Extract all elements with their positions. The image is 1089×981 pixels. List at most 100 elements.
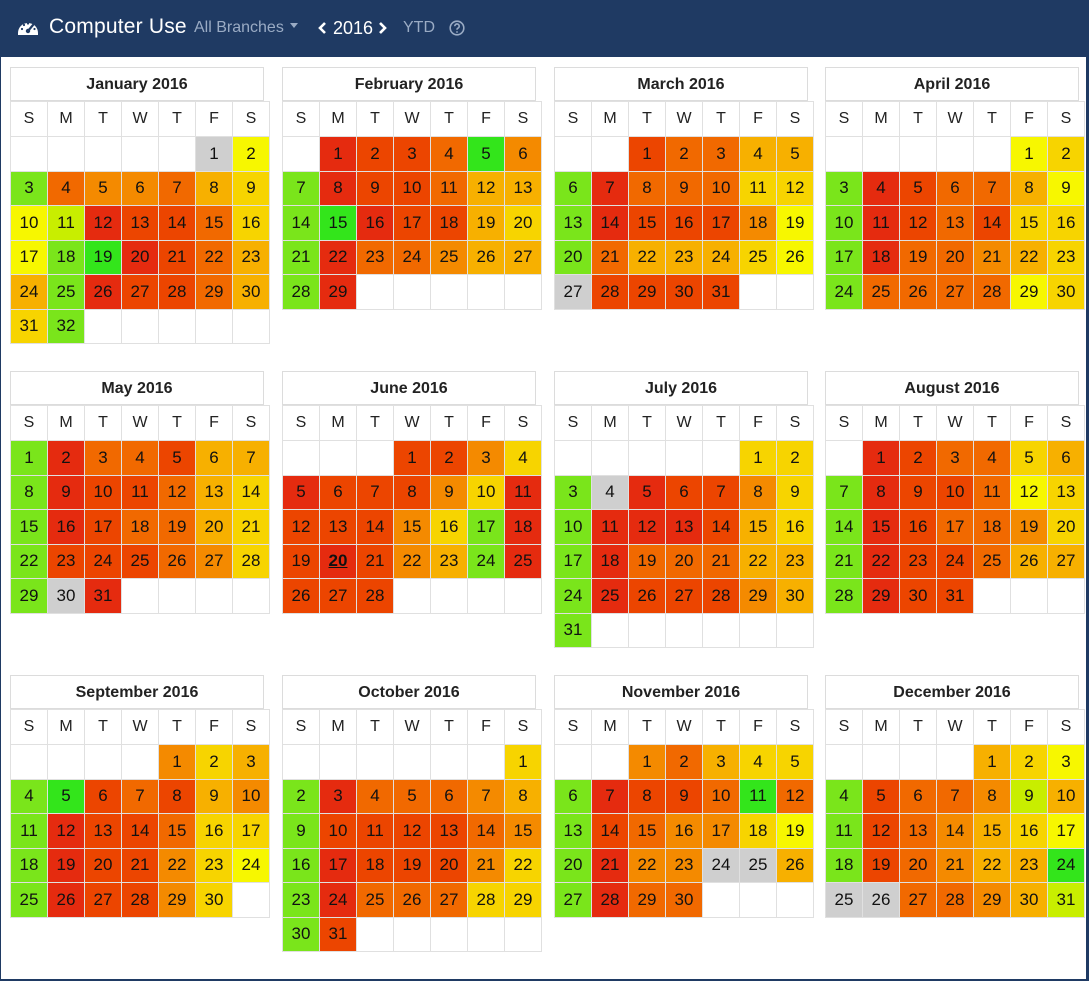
day-cell[interactable]: 16: [282, 847, 320, 883]
day-cell[interactable]: 25: [47, 274, 85, 310]
day-cell[interactable]: 5: [862, 778, 900, 814]
day-cell[interactable]: 27: [195, 543, 233, 579]
day-cell[interactable]: 19: [1010, 509, 1048, 545]
day-cell[interactable]: 21: [158, 239, 196, 275]
day-cell[interactable]: 26: [84, 274, 122, 310]
day-cell[interactable]: 23: [776, 543, 814, 579]
day-cell[interactable]: 32: [47, 308, 85, 344]
day-cell[interactable]: 20: [319, 543, 357, 579]
day-cell[interactable]: 9: [776, 474, 814, 510]
day-cell[interactable]: 29: [862, 578, 900, 614]
day-cell[interactable]: 6: [554, 170, 592, 206]
day-cell[interactable]: 13: [430, 813, 468, 849]
day-cell[interactable]: 23: [665, 239, 703, 275]
day-cell[interactable]: 9: [665, 778, 703, 814]
day-cell[interactable]: 13: [121, 205, 159, 241]
day-cell[interactable]: 21: [282, 239, 320, 275]
day-cell[interactable]: 10: [936, 474, 974, 510]
day-cell[interactable]: 4: [862, 170, 900, 206]
day-cell[interactable]: 19: [282, 543, 320, 579]
day-cell[interactable]: 8: [158, 778, 196, 814]
day-cell[interactable]: 27: [1047, 543, 1085, 579]
day-cell[interactable]: 16: [665, 813, 703, 849]
day-cell[interactable]: 23: [47, 543, 85, 579]
day-cell[interactable]: 26: [393, 882, 431, 918]
day-cell[interactable]: 14: [973, 205, 1011, 241]
day-cell[interactable]: 3: [702, 744, 740, 780]
day-cell[interactable]: 3: [825, 170, 863, 206]
day-cell[interactable]: 18: [10, 847, 48, 883]
day-cell[interactable]: 27: [899, 882, 937, 918]
day-cell[interactable]: 29: [628, 882, 666, 918]
day-cell[interactable]: 2: [232, 136, 270, 172]
day-cell[interactable]: 7: [936, 778, 974, 814]
day-cell[interactable]: 12: [393, 813, 431, 849]
day-cell[interactable]: 15: [504, 813, 542, 849]
day-cell[interactable]: 2: [899, 440, 937, 476]
day-cell[interactable]: 30: [195, 882, 233, 918]
day-cell[interactable]: 18: [862, 239, 900, 275]
day-cell[interactable]: 20: [554, 239, 592, 275]
day-cell[interactable]: 26: [628, 578, 666, 614]
day-cell[interactable]: 29: [973, 882, 1011, 918]
day-cell[interactable]: 2: [282, 778, 320, 814]
day-cell[interactable]: 22: [628, 239, 666, 275]
day-cell[interactable]: 7: [702, 474, 740, 510]
day-cell[interactable]: 14: [591, 813, 629, 849]
day-cell[interactable]: 2: [1047, 136, 1085, 172]
day-cell[interactable]: 9: [1047, 170, 1085, 206]
day-cell[interactable]: 31: [10, 308, 48, 344]
day-cell[interactable]: 8: [1010, 170, 1048, 206]
day-cell[interactable]: 4: [121, 440, 159, 476]
day-cell[interactable]: 2: [665, 744, 703, 780]
day-cell[interactable]: 7: [158, 170, 196, 206]
chevron-left-icon[interactable]: [316, 18, 328, 38]
day-cell[interactable]: 20: [121, 239, 159, 275]
day-cell[interactable]: 1: [504, 744, 542, 780]
day-cell[interactable]: 28: [702, 578, 740, 614]
day-cell[interactable]: 30: [232, 274, 270, 310]
day-cell[interactable]: 3: [702, 136, 740, 172]
day-cell[interactable]: 27: [319, 578, 357, 614]
day-cell[interactable]: 1: [628, 136, 666, 172]
day-cell[interactable]: 14: [282, 205, 320, 241]
day-cell[interactable]: 13: [899, 813, 937, 849]
day-cell[interactable]: 8: [10, 474, 48, 510]
day-cell[interactable]: 27: [504, 239, 542, 275]
day-cell[interactable]: 30: [899, 578, 937, 614]
day-cell[interactable]: 13: [1047, 474, 1085, 510]
day-cell[interactable]: 13: [319, 509, 357, 545]
day-cell[interactable]: 29: [195, 274, 233, 310]
day-cell[interactable]: 15: [739, 509, 777, 545]
day-cell[interactable]: 15: [158, 813, 196, 849]
day-cell[interactable]: 29: [739, 578, 777, 614]
day-cell[interactable]: 13: [504, 170, 542, 206]
day-cell[interactable]: 15: [862, 509, 900, 545]
day-cell[interactable]: 5: [47, 778, 85, 814]
day-cell[interactable]: 4: [47, 170, 85, 206]
day-cell[interactable]: 9: [665, 170, 703, 206]
day-cell[interactable]: 6: [1047, 440, 1085, 476]
day-cell[interactable]: 5: [467, 136, 505, 172]
day-cell[interactable]: 19: [862, 847, 900, 883]
day-cell[interactable]: 18: [356, 847, 394, 883]
day-cell[interactable]: 4: [973, 440, 1011, 476]
day-cell[interactable]: 17: [393, 205, 431, 241]
day-cell[interactable]: 11: [121, 474, 159, 510]
day-cell[interactable]: 1: [195, 136, 233, 172]
day-cell[interactable]: 28: [591, 882, 629, 918]
day-cell[interactable]: 28: [282, 274, 320, 310]
day-cell[interactable]: 28: [936, 882, 974, 918]
day-cell[interactable]: 17: [467, 509, 505, 545]
day-cell[interactable]: 9: [1010, 778, 1048, 814]
day-cell[interactable]: 30: [1047, 274, 1085, 310]
chevron-right-icon[interactable]: [377, 18, 389, 38]
day-cell[interactable]: 24: [825, 274, 863, 310]
day-cell[interactable]: 3: [1047, 744, 1085, 780]
day-cell[interactable]: 19: [393, 847, 431, 883]
day-cell[interactable]: 20: [665, 543, 703, 579]
day-cell[interactable]: 10: [1047, 778, 1085, 814]
day-cell[interactable]: 11: [739, 778, 777, 814]
day-cell[interactable]: 16: [195, 813, 233, 849]
day-cell[interactable]: 20: [1047, 509, 1085, 545]
